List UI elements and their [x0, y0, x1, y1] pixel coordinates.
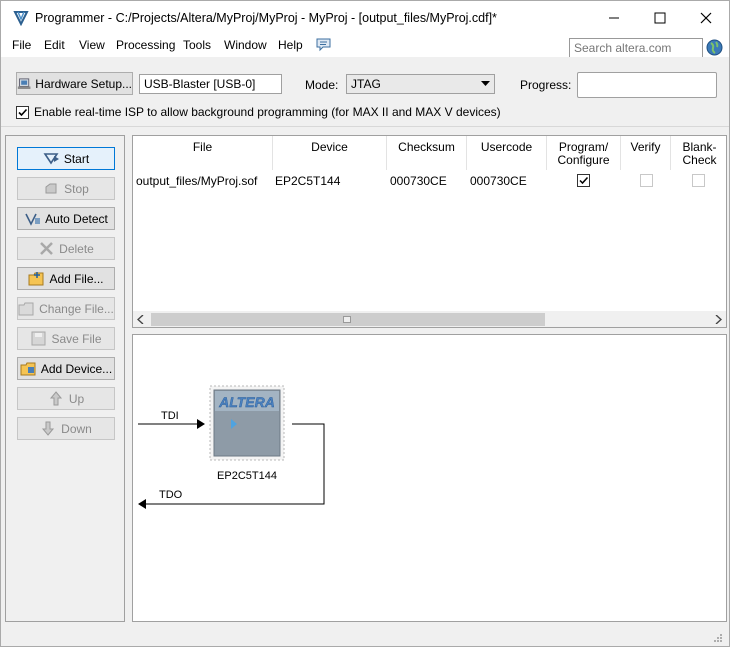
save-file-button[interactable]: Save File: [17, 327, 115, 350]
start-button[interactable]: Start: [17, 147, 115, 170]
save-file-label: Save File: [51, 331, 102, 346]
change-file-icon: [18, 302, 34, 316]
resize-grip-icon[interactable]: [713, 633, 723, 643]
delete-icon: [40, 242, 54, 255]
programmer-window: Programmer - C:/Projects/Altera/MyProj/M…: [0, 0, 730, 647]
status-bar: [1, 627, 729, 646]
column-header-usercode[interactable]: Usercode: [467, 136, 547, 170]
add-device-label: Add Device...: [40, 361, 113, 376]
programmer-app-icon: [13, 11, 29, 26]
save-file-icon: [31, 331, 46, 346]
progress-bar: [577, 72, 717, 98]
add-file-label: Add File...: [49, 271, 104, 286]
menu-edit[interactable]: Edit: [44, 38, 65, 52]
minimize-button[interactable]: [591, 1, 637, 35]
blank-check-checkbox[interactable]: [692, 174, 705, 187]
hardware-device-field: USB-Blaster [USB-0]: [139, 74, 282, 94]
start-label: Start: [63, 151, 90, 166]
close-button[interactable]: [683, 1, 729, 35]
tdo-label: TDO: [159, 489, 183, 501]
horizontal-scrollbar[interactable]: [133, 311, 726, 327]
delete-label: Delete: [59, 241, 94, 256]
title-bar: Programmer - C:/Projects/Altera/MyProj/M…: [1, 1, 729, 35]
mode-label: Mode:: [305, 78, 339, 92]
auto-detect-icon: [25, 213, 41, 226]
program-configure-checkbox[interactable]: [577, 174, 590, 187]
hardware-setup-button[interactable]: Hardware Setup...: [16, 72, 133, 95]
jtag-chain-diagram: TDI ALTERA EP2C5T144 TDO: [138, 385, 325, 509]
row-file-cell: output_files/MyProj.sof: [136, 174, 258, 188]
window-title: Programmer - C:/Projects/Altera/MyProj/M…: [35, 11, 497, 25]
chevron-down-icon: [481, 81, 490, 86]
column-header-blank-check[interactable]: Blank- Check: [671, 136, 726, 170]
mode-value: JTAG: [351, 77, 381, 91]
hardware-bar: Hardware Setup... USB-Blaster [USB-0] Mo…: [1, 57, 729, 127]
delete-button[interactable]: Delete: [17, 237, 115, 260]
column-header-device[interactable]: Device: [273, 136, 387, 170]
menu-file[interactable]: File: [12, 38, 31, 52]
check-icon: [579, 176, 589, 185]
scrollbar-grip: [343, 316, 351, 323]
jtag-chain-panel: TDI ALTERA EP2C5T144 TDO: [132, 334, 727, 622]
start-icon: [43, 153, 59, 165]
verify-checkbox[interactable]: [640, 174, 653, 187]
up-button[interactable]: Up: [17, 387, 115, 410]
close-icon: [700, 12, 712, 24]
maximize-icon: [654, 12, 666, 24]
mode-select[interactable]: JTAG: [346, 74, 495, 94]
tdi-label: TDI: [161, 410, 179, 422]
chip-device-label: EP2C5T144: [217, 470, 277, 482]
row-device-cell: EP2C5T144: [275, 174, 341, 188]
device-table: File Device Checksum Usercode Program/ C…: [132, 135, 727, 328]
maximize-button[interactable]: [637, 1, 683, 35]
isp-checkbox[interactable]: [16, 106, 29, 119]
isp-label: Enable real-time ISP to allow background…: [34, 105, 501, 119]
device-chip[interactable]: ALTERA: [209, 385, 285, 461]
globe-icon[interactable]: [706, 39, 723, 56]
check-icon: [18, 108, 28, 117]
down-label: Down: [61, 421, 92, 436]
add-file-icon: [28, 272, 44, 286]
stop-button[interactable]: Stop: [17, 177, 115, 200]
minimize-icon: [609, 17, 619, 19]
scrollbar-thumb[interactable]: [151, 313, 545, 326]
row-usercode-cell: 000730CE: [470, 174, 527, 188]
menu-window[interactable]: Window: [224, 38, 267, 52]
change-file-label: Change File...: [39, 301, 114, 316]
tdo-arrowhead: [138, 499, 146, 509]
row-checksum-cell: 000730CE: [390, 174, 447, 188]
menu-view[interactable]: View: [79, 38, 105, 52]
stop-label: Stop: [64, 181, 89, 196]
column-header-file[interactable]: File: [133, 136, 273, 170]
progress-label: Progress:: [520, 78, 572, 92]
down-button[interactable]: Down: [17, 417, 115, 440]
action-panel: Start Stop Auto Detect Delete Add File..…: [5, 135, 125, 622]
hardware-setup-icon: [17, 78, 31, 89]
hardware-setup-label: Hardware Setup...: [35, 76, 132, 91]
feedback-icon[interactable]: [316, 38, 331, 52]
column-header-verify[interactable]: Verify: [621, 136, 671, 170]
tdi-arrowhead: [197, 419, 205, 429]
menu-tools[interactable]: Tools: [183, 38, 211, 52]
column-header-program-configure[interactable]: Program/ Configure: [547, 136, 621, 170]
scroll-left-icon[interactable]: [137, 315, 145, 324]
chip-logo: ALTERA: [218, 394, 275, 410]
up-arrow-icon: [49, 391, 62, 406]
stop-icon: [45, 183, 57, 194]
auto-detect-button[interactable]: Auto Detect: [17, 207, 115, 230]
down-arrow-icon: [42, 421, 55, 436]
auto-detect-label: Auto Detect: [45, 211, 108, 226]
up-label: Up: [68, 391, 85, 406]
add-device-button[interactable]: Add Device...: [17, 357, 115, 380]
change-file-button[interactable]: Change File...: [17, 297, 115, 320]
scroll-right-icon[interactable]: [714, 315, 722, 324]
add-device-icon: [20, 362, 36, 376]
add-file-button[interactable]: Add File...: [17, 267, 115, 290]
menu-processing[interactable]: Processing: [116, 38, 175, 52]
column-header-checksum[interactable]: Checksum: [387, 136, 467, 170]
search-input[interactable]: Search altera.com: [569, 38, 703, 58]
menu-help[interactable]: Help: [278, 38, 303, 52]
